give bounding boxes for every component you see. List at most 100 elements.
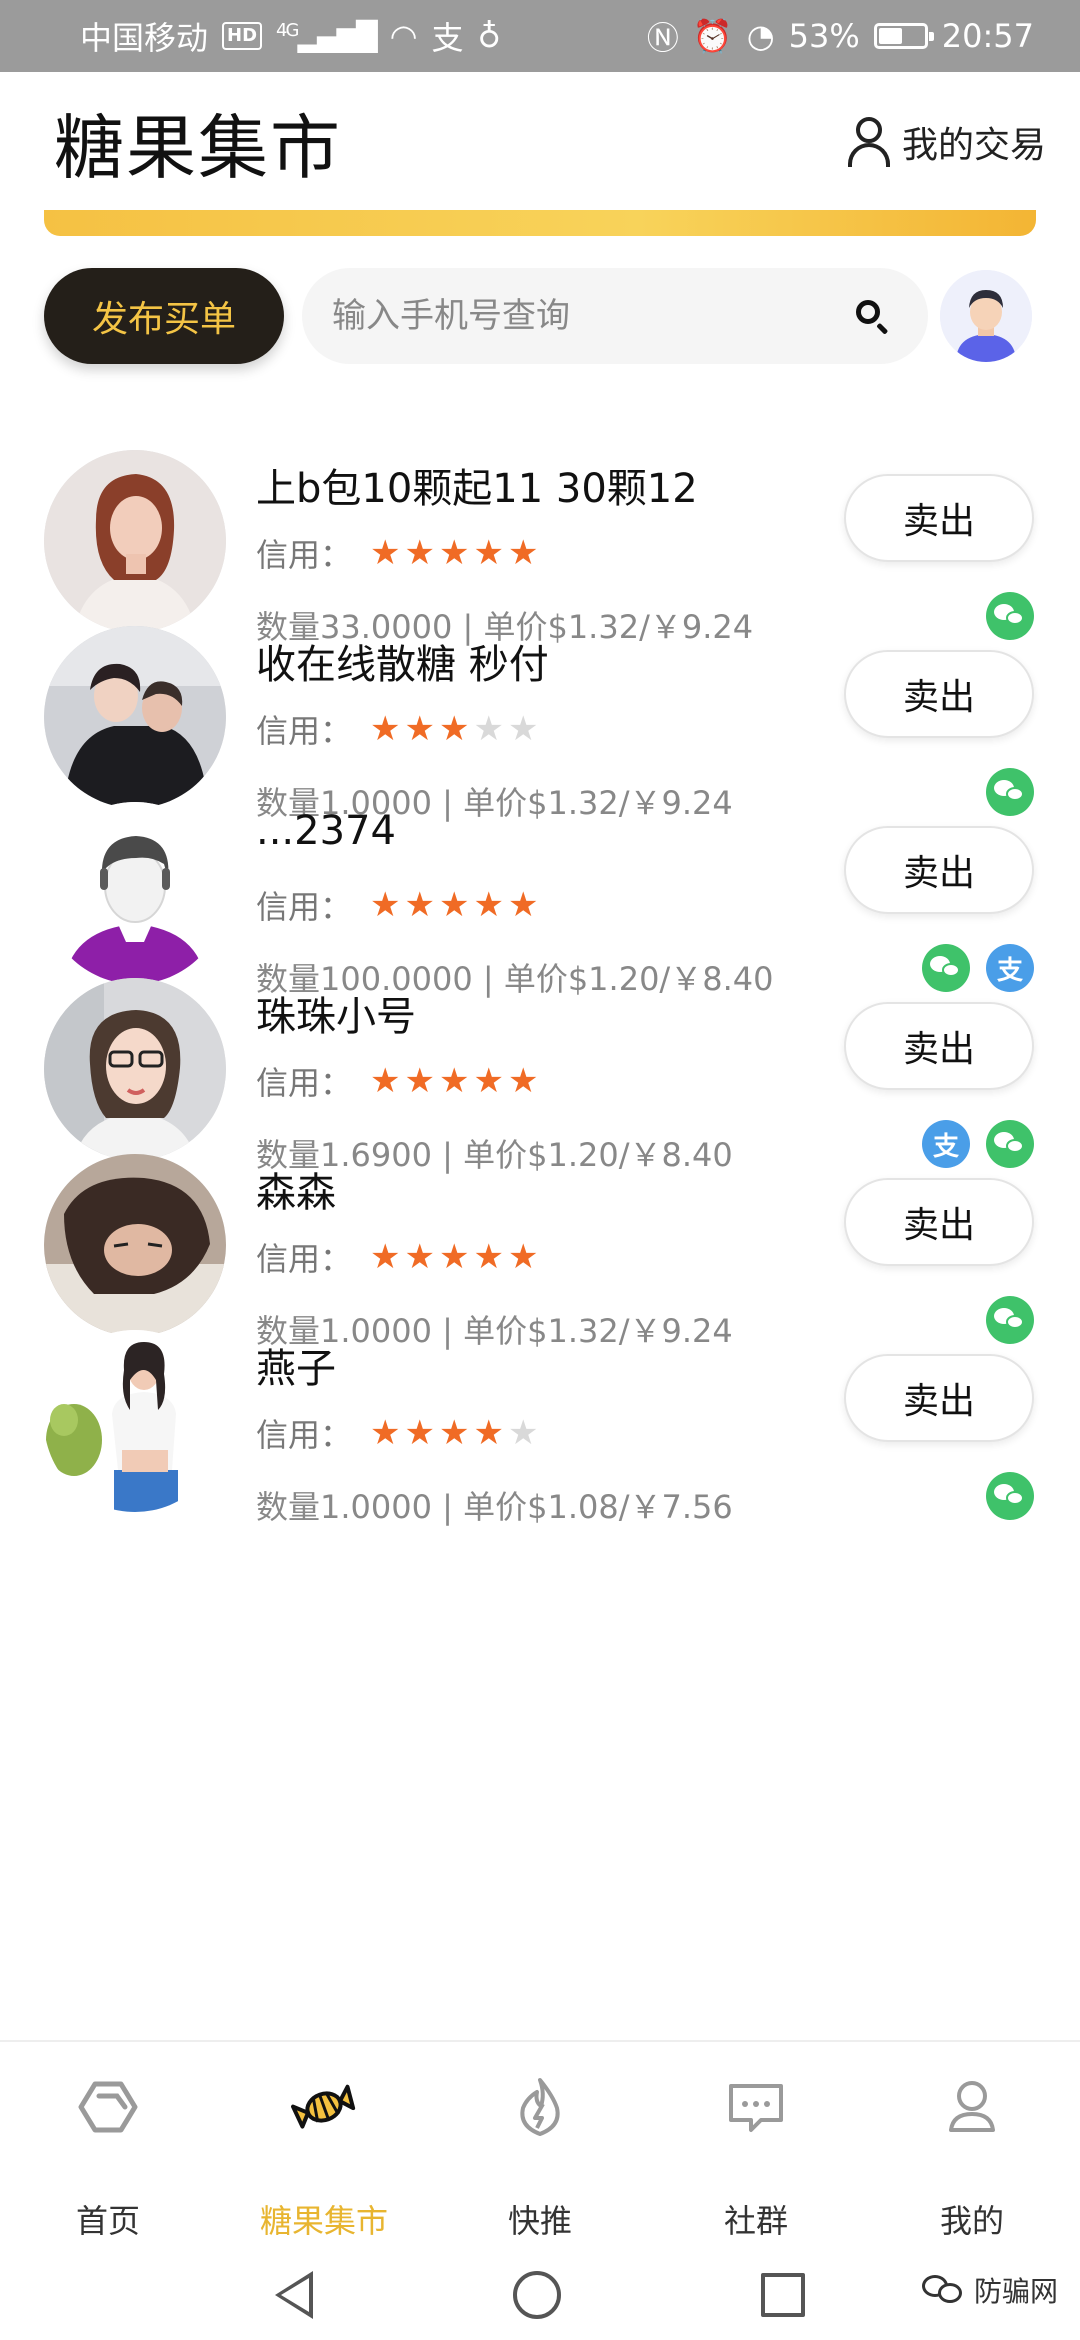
star-rating: ★ ★ ★ ★ ★ — [370, 1416, 538, 1450]
credit-rating: 信用： ★ ★ ★ ★ ★ — [256, 882, 538, 928]
credit-rating: 信用： ★ ★ ★ ★ ★ — [256, 1234, 538, 1280]
clock: 20:57 — [941, 17, 1034, 55]
star-rating: ★ ★ ★ ★ ★ — [370, 536, 538, 570]
nav-label: 糖果集市 — [259, 2202, 388, 2240]
wifi-icon: ◠ — [389, 17, 418, 55]
nav-item-community[interactable]: 社群 — [648, 2042, 864, 2250]
listing-title: 上b包10颗起11 30颗12 — [256, 466, 698, 512]
nav-item-mine[interactable]: 我的 — [864, 2042, 1080, 2250]
credit-label: 信用： — [256, 712, 353, 750]
star-filled-icon: ★ — [370, 885, 401, 925]
star-rating: ★ ★ ★ ★ ★ — [370, 888, 538, 922]
nav-label: 快推 — [507, 2202, 572, 2240]
flame-icon — [507, 2074, 573, 2140]
star-rating: ★ ★ ★ ★ ★ — [370, 1240, 538, 1274]
my-trades-label: 我的交易 — [901, 125, 1046, 166]
wechat-outline-icon — [921, 2275, 966, 2305]
nav-item-home[interactable]: 首页 — [0, 2042, 216, 2250]
back-icon[interactable] — [275, 2271, 313, 2319]
seller-avatar[interactable] — [44, 1330, 226, 1512]
battery-fill — [878, 28, 902, 44]
star-filled-icon: ★ — [404, 885, 435, 925]
star-filled-icon: ★ — [404, 533, 435, 573]
seller-avatar[interactable] — [44, 978, 226, 1160]
star-rating: ★ ★ ★ ★ ★ — [370, 712, 538, 746]
credit-label: 信用： — [256, 1416, 353, 1454]
battery-icon — [873, 23, 934, 49]
nfc-icon: Ⓝ — [646, 19, 679, 57]
seller-avatar[interactable] — [44, 1154, 226, 1336]
post-buy-order-button[interactable]: 发布买单 — [44, 268, 284, 364]
seller-avatar[interactable] — [44, 626, 226, 808]
sell-button[interactable]: 卖出 — [844, 1354, 1034, 1442]
nav-item-quick-push[interactable]: 快推 — [432, 2042, 648, 2250]
home-circle-icon[interactable] — [513, 2271, 561, 2319]
shield-notify-icon: ♁ — [477, 17, 501, 55]
nav-label: 社群 — [723, 2202, 788, 2240]
credit-label: 信用： — [256, 536, 353, 574]
star-filled-icon: ★ — [507, 1061, 539, 1101]
star-filled-icon: ★ — [507, 1237, 539, 1277]
credit-rating: 信用： ★ ★ ★ ★ ★ — [256, 706, 538, 752]
seller-avatar[interactable] — [44, 450, 226, 632]
search-box[interactable] — [302, 268, 928, 364]
candy-icon — [290, 2074, 357, 2140]
star-filled-icon: ★ — [438, 1237, 470, 1277]
star-filled-icon: ★ — [473, 1237, 504, 1277]
sell-button[interactable]: 卖出 — [844, 650, 1034, 738]
sell-button[interactable]: 卖出 — [844, 1002, 1034, 1090]
alipay-notify-icon: 支 — [431, 19, 464, 57]
sell-button[interactable]: 卖出 — [844, 474, 1034, 562]
star-filled-icon: ★ — [438, 709, 470, 749]
star-filled-icon: ★ — [473, 533, 504, 573]
home-hexagon-icon — [75, 2074, 141, 2140]
star-filled-icon: ★ — [370, 533, 401, 573]
credit-rating: 信用： ★ ★ ★ ★ ★ — [256, 1058, 538, 1104]
star-filled-icon: ★ — [404, 1061, 435, 1101]
recents-square-icon[interactable] — [761, 2273, 805, 2317]
status-bar-right: Ⓝ ⏰ ◔ 53% 20:57 — [647, 13, 1034, 59]
header-accent-bar — [44, 210, 1036, 236]
person-icon — [939, 2074, 1005, 2140]
star-filled-icon: ★ — [370, 709, 401, 749]
star-filled-icon: ★ — [370, 1061, 401, 1101]
listing-row[interactable]: 燕子 信用： ★ ★ ★ ★ ★ 数量1.0000 | 单价$1.08/￥7.56 卖出 — [0, 1310, 1080, 1574]
sell-button[interactable]: 卖出 — [844, 1178, 1034, 1266]
chat-bubble-icon — [723, 2074, 789, 2140]
star-empty-icon: ★ — [507, 709, 539, 749]
user-icon — [846, 117, 892, 167]
wechat-pay-icon — [986, 1472, 1034, 1520]
star-filled-icon: ★ — [370, 1413, 401, 1453]
network-type: 4G — [276, 19, 299, 41]
star-filled-icon: ★ — [438, 533, 470, 573]
alarm-icon: ⏰ — [692, 17, 733, 55]
payment-methods — [986, 1472, 1034, 1520]
sell-button[interactable]: 卖出 — [844, 826, 1034, 914]
phone-search-input[interactable] — [332, 296, 852, 336]
nav-label: 我的 — [939, 2202, 1004, 2240]
signal-icon: 4G▂▄▆█ — [276, 19, 378, 53]
hd-badge: HD — [222, 22, 263, 50]
star-filled-icon: ★ — [507, 885, 539, 925]
listing-title: ...2374 — [256, 808, 396, 854]
app-header: 糖果集市 我的交易 — [0, 72, 1080, 212]
my-avatar[interactable] — [940, 270, 1032, 362]
nav-item-candy-market[interactable]: 糖果集市 — [216, 2042, 432, 2250]
star-filled-icon: ★ — [404, 1237, 435, 1277]
credit-rating: 信用： ★ ★ ★ ★ ★ — [256, 1410, 538, 1456]
search-icon[interactable] — [852, 296, 892, 336]
seller-avatar[interactable] — [44, 802, 226, 984]
my-trades-link[interactable]: 我的交易 — [846, 116, 1046, 168]
watermark-text: 防骗网 — [973, 2275, 1058, 2308]
star-empty-icon: ★ — [473, 709, 504, 749]
credit-label: 信用： — [256, 1064, 353, 1102]
credit-rating: 信用： ★ ★ ★ ★ ★ — [256, 530, 538, 576]
star-filled-icon: ★ — [438, 1061, 470, 1101]
credit-label: 信用： — [256, 888, 353, 926]
credit-label: 信用： — [256, 1240, 353, 1278]
star-filled-icon: ★ — [473, 885, 504, 925]
toolbar: 发布买单 — [0, 268, 1080, 364]
star-filled-icon: ★ — [438, 885, 470, 925]
listing-title: 燕子 — [256, 1346, 336, 1392]
star-rating: ★ ★ ★ ★ ★ — [370, 1064, 538, 1098]
